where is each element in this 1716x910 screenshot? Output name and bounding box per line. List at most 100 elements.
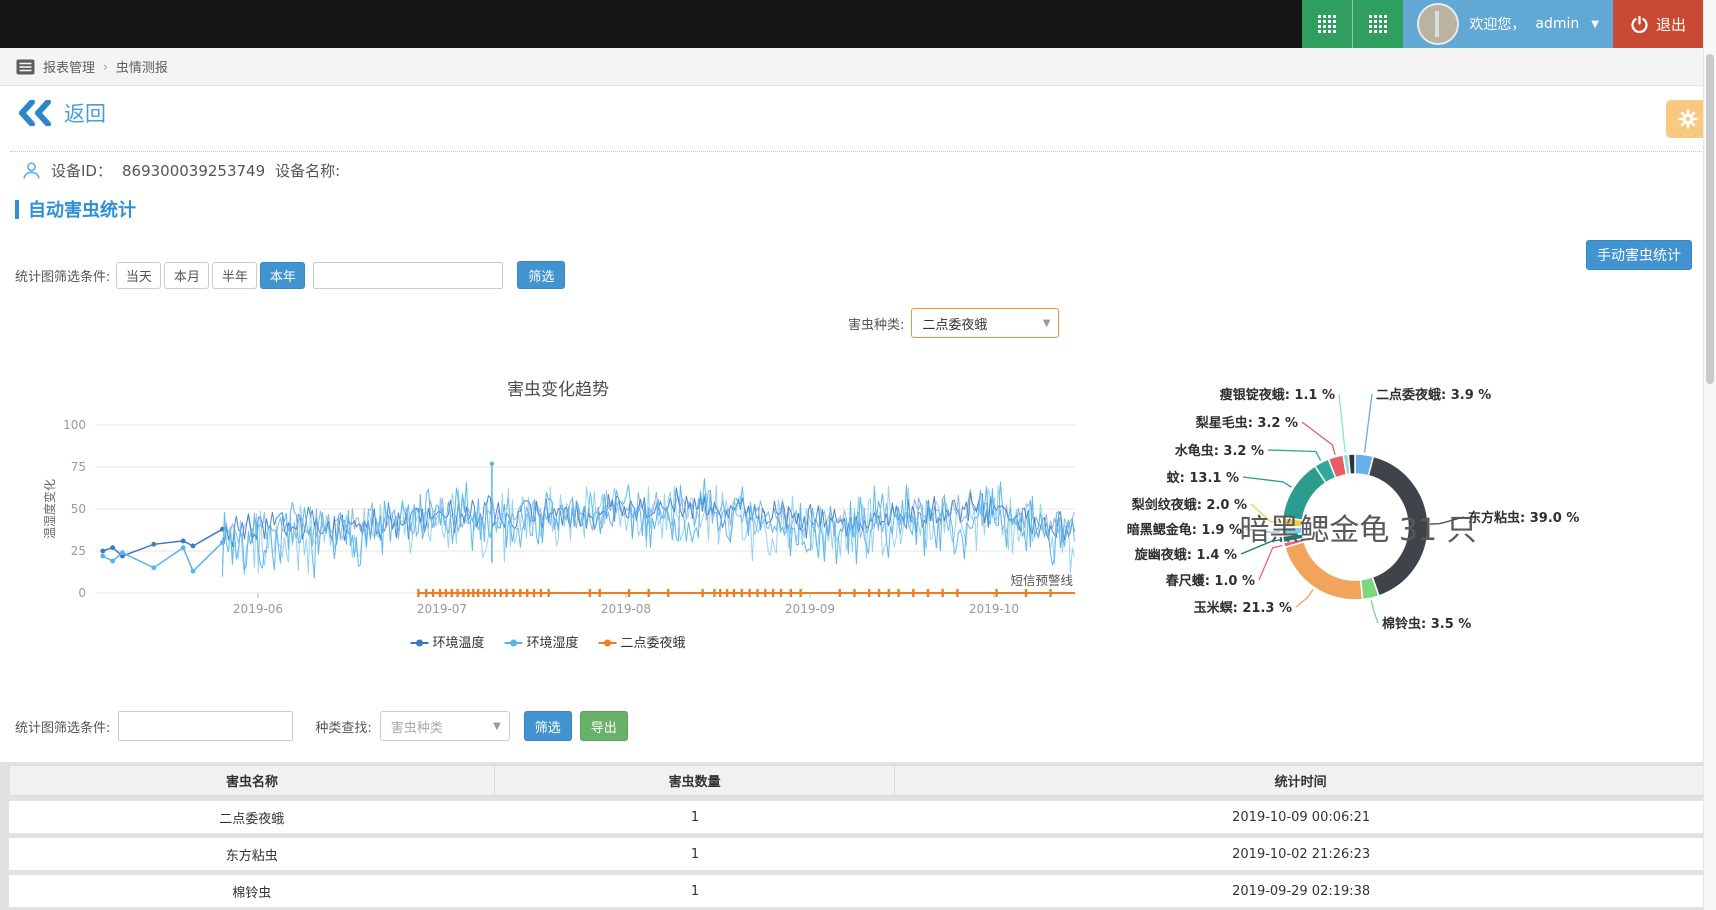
table-body: 二点委夜蛾12019-10-09 00:06:21 东方粘虫12019-10-02… <box>9 801 1707 907</box>
svg-text:2019-06: 2019-06 <box>233 602 283 616</box>
svg-text:2019-10: 2019-10 <box>969 602 1019 616</box>
scrollbar[interactable] <box>1703 0 1716 910</box>
user-menu[interactable]: 欢迎您， admin ▼ <box>1403 0 1613 48</box>
apps-grid-button-1[interactable] <box>1302 0 1352 48</box>
table-cell: 2019-09-29 02:19:38 <box>895 875 1707 907</box>
donut-label-水龟虫: 水龟虫: 3.2 % <box>1175 443 1264 459</box>
svg-text:2019-08: 2019-08 <box>601 602 651 616</box>
apps-grid-button-2[interactable] <box>1352 0 1403 48</box>
report-list-icon <box>16 59 35 75</box>
species-search-placeholder: 害虫种类 <box>391 717 443 736</box>
series-环境湿度 <box>222 485 1074 575</box>
table-row[interactable]: 棉铃虫12019-09-29 02:19:38 <box>9 875 1707 907</box>
legend-item-环境温度[interactable]: 环境温度 <box>411 635 485 651</box>
scrollbar-thumb[interactable] <box>1706 54 1714 384</box>
filter-button[interactable]: 筛选 <box>517 261 565 289</box>
table-filter-row: 统计图筛选条件: 种类查找: 害虫种类 ▼ 筛选 导出 <box>15 710 628 742</box>
range-button-半年[interactable]: 半年 <box>212 262 257 289</box>
logout-button[interactable]: 退出 <box>1613 0 1704 48</box>
device-info: 设备ID： 869300039253749 设备名称: <box>22 160 340 181</box>
table-cell: 1 <box>495 801 896 833</box>
svg-text:环境湿度: 环境湿度 <box>527 635 579 651</box>
svg-text:2019-07: 2019-07 <box>417 602 467 616</box>
donut-label-二点委夜蛾: 二点委夜蛾: 3.9 % <box>1376 387 1491 403</box>
species-select[interactable]: 二点委夜蛾 ▼ <box>911 308 1059 338</box>
donut-label-梨剑纹夜蛾: 梨剑纹夜蛾: 2.0 % <box>1131 497 1247 513</box>
species-select-row: 害虫种类: 二点委夜蛾 ▼ <box>848 308 1059 338</box>
table-cell: 二点委夜蛾 <box>9 801 495 833</box>
pest-table: 害虫名称害虫数量统计时间 二点委夜蛾12019-10-09 00:06:21东方… <box>0 762 1716 910</box>
chevron-down-icon: ▼ <box>1043 318 1051 329</box>
table-cell: 1 <box>495 875 896 907</box>
export-button[interactable]: 导出 <box>580 711 628 741</box>
svg-text:75: 75 <box>71 460 86 474</box>
section-header: 自动害虫统计 <box>15 196 136 222</box>
table-row[interactable]: 东方粘虫12019-10-02 21:26:23 <box>9 838 1707 870</box>
svg-text:环境温度: 环境温度 <box>433 635 485 651</box>
divider <box>10 151 1706 152</box>
donut-label-棉铃虫: 棉铃虫: 3.5 % <box>1382 616 1471 632</box>
device-id-value: 869300039253749 <box>122 162 265 180</box>
sms-warning-label: 短信预警线 <box>1010 573 1073 588</box>
date-filter-input[interactable] <box>313 262 503 289</box>
table-filter-input[interactable] <box>118 711 293 741</box>
navbar-right-group: 欢迎您， admin ▼ 退出 <box>1302 0 1704 48</box>
power-icon <box>1631 16 1648 33</box>
table-cell: 1 <box>495 838 896 870</box>
table-column-header: 统计时间 <box>895 766 1706 795</box>
legend-item-二点委夜蛾[interactable]: 二点委夜蛾 <box>599 636 686 651</box>
table-cell: 东方粘虫 <box>9 838 495 870</box>
breadcrumb-item-report[interactable]: 报表管理 <box>43 57 95 76</box>
table-cell: 棉铃虫 <box>9 875 495 907</box>
chart-filter-label: 统计图筛选条件: <box>15 266 110 285</box>
back-button[interactable]: 返回 <box>18 98 106 128</box>
username: admin <box>1535 16 1579 32</box>
chart-filter-row: 统计图筛选条件: 当天本月半年本年 筛选 <box>15 261 565 289</box>
donut-label-梨星毛虫: 梨星毛虫: 3.2 % <box>1195 415 1298 431</box>
welcome-text: 欢迎您， <box>1469 14 1525 34</box>
manual-pest-stats-button[interactable]: 手动害虫统计 <box>1586 240 1692 270</box>
range-button-本年[interactable]: 本年 <box>260 262 305 289</box>
donut-slice-other[interactable] <box>1348 454 1355 474</box>
svg-text:100: 100 <box>63 418 86 432</box>
grid-icon <box>1317 14 1337 34</box>
range-button-本月[interactable]: 本月 <box>164 262 209 289</box>
section-title: 自动害虫统计 <box>28 196 136 222</box>
donut-label-瘦银锭夜蛾: 瘦银锭夜蛾: 1.1 % <box>1220 387 1335 403</box>
svg-text:温湿度变化: 温湿度变化 <box>42 479 57 539</box>
donut-slice-玉米螟[interactable] <box>1285 542 1363 600</box>
grid-icon <box>1368 14 1388 34</box>
double-chevron-left-icon <box>18 100 54 126</box>
species-search-select[interactable]: 害虫种类 ▼ <box>380 711 510 741</box>
species-select-label: 害虫种类: <box>848 314 904 333</box>
pest-trend-line-chart: 02550751002019-062019-072019-082019-0920… <box>40 372 1096 662</box>
range-button-当天[interactable]: 当天 <box>116 262 161 289</box>
table-filter-label: 统计图筛选条件: <box>15 717 110 736</box>
date-range-group: 当天本月半年本年 <box>116 262 305 289</box>
section-accent-bar <box>15 200 19 219</box>
device-name-label: 设备名称: <box>275 160 340 181</box>
table-column-header: 害虫名称 <box>10 766 495 795</box>
donut-label-蚊: 蚊: 13.1 % <box>1167 470 1239 486</box>
breadcrumb: 报表管理 › 虫情测报 <box>0 48 1716 86</box>
species-search-label: 种类查找: <box>315 717 371 736</box>
breadcrumb-item-pest[interactable]: 虫情测报 <box>116 57 168 76</box>
svg-text:2019-09: 2019-09 <box>785 602 835 616</box>
donut-center-label: 暗黑鳃金龟 31 只 <box>1239 513 1476 548</box>
user-icon <box>22 161 41 180</box>
donut-label-玉米螟: 玉米螟: 21.3 % <box>1194 600 1292 616</box>
gear-icon <box>1678 109 1698 129</box>
page: 欢迎您， admin ▼ 退出 报表管理 › 虫情测报 <box>0 0 1716 910</box>
legend-item-环境湿度[interactable]: 环境湿度 <box>505 635 579 651</box>
chevron-down-icon: ▼ <box>493 721 501 732</box>
donut-label-暗黑鳃金龟: 暗黑鳃金龟: 1.9 % <box>1127 522 1242 538</box>
svg-text:害虫变化趋势: 害虫变化趋势 <box>507 380 609 400</box>
back-label: 返回 <box>64 98 106 128</box>
donut-label-东方粘虫: 东方粘虫: 39.0 % <box>1468 510 1579 526</box>
donut-label-春尺蠖: 春尺蠖: 1.0 % <box>1165 573 1255 589</box>
chevron-down-icon: ▼ <box>1591 19 1599 30</box>
table-filter-button[interactable]: 筛选 <box>524 711 572 741</box>
table-row[interactable]: 二点委夜蛾12019-10-09 00:06:21 <box>9 801 1707 833</box>
breadcrumb-separator: › <box>103 60 108 74</box>
svg-text:0: 0 <box>78 586 86 600</box>
